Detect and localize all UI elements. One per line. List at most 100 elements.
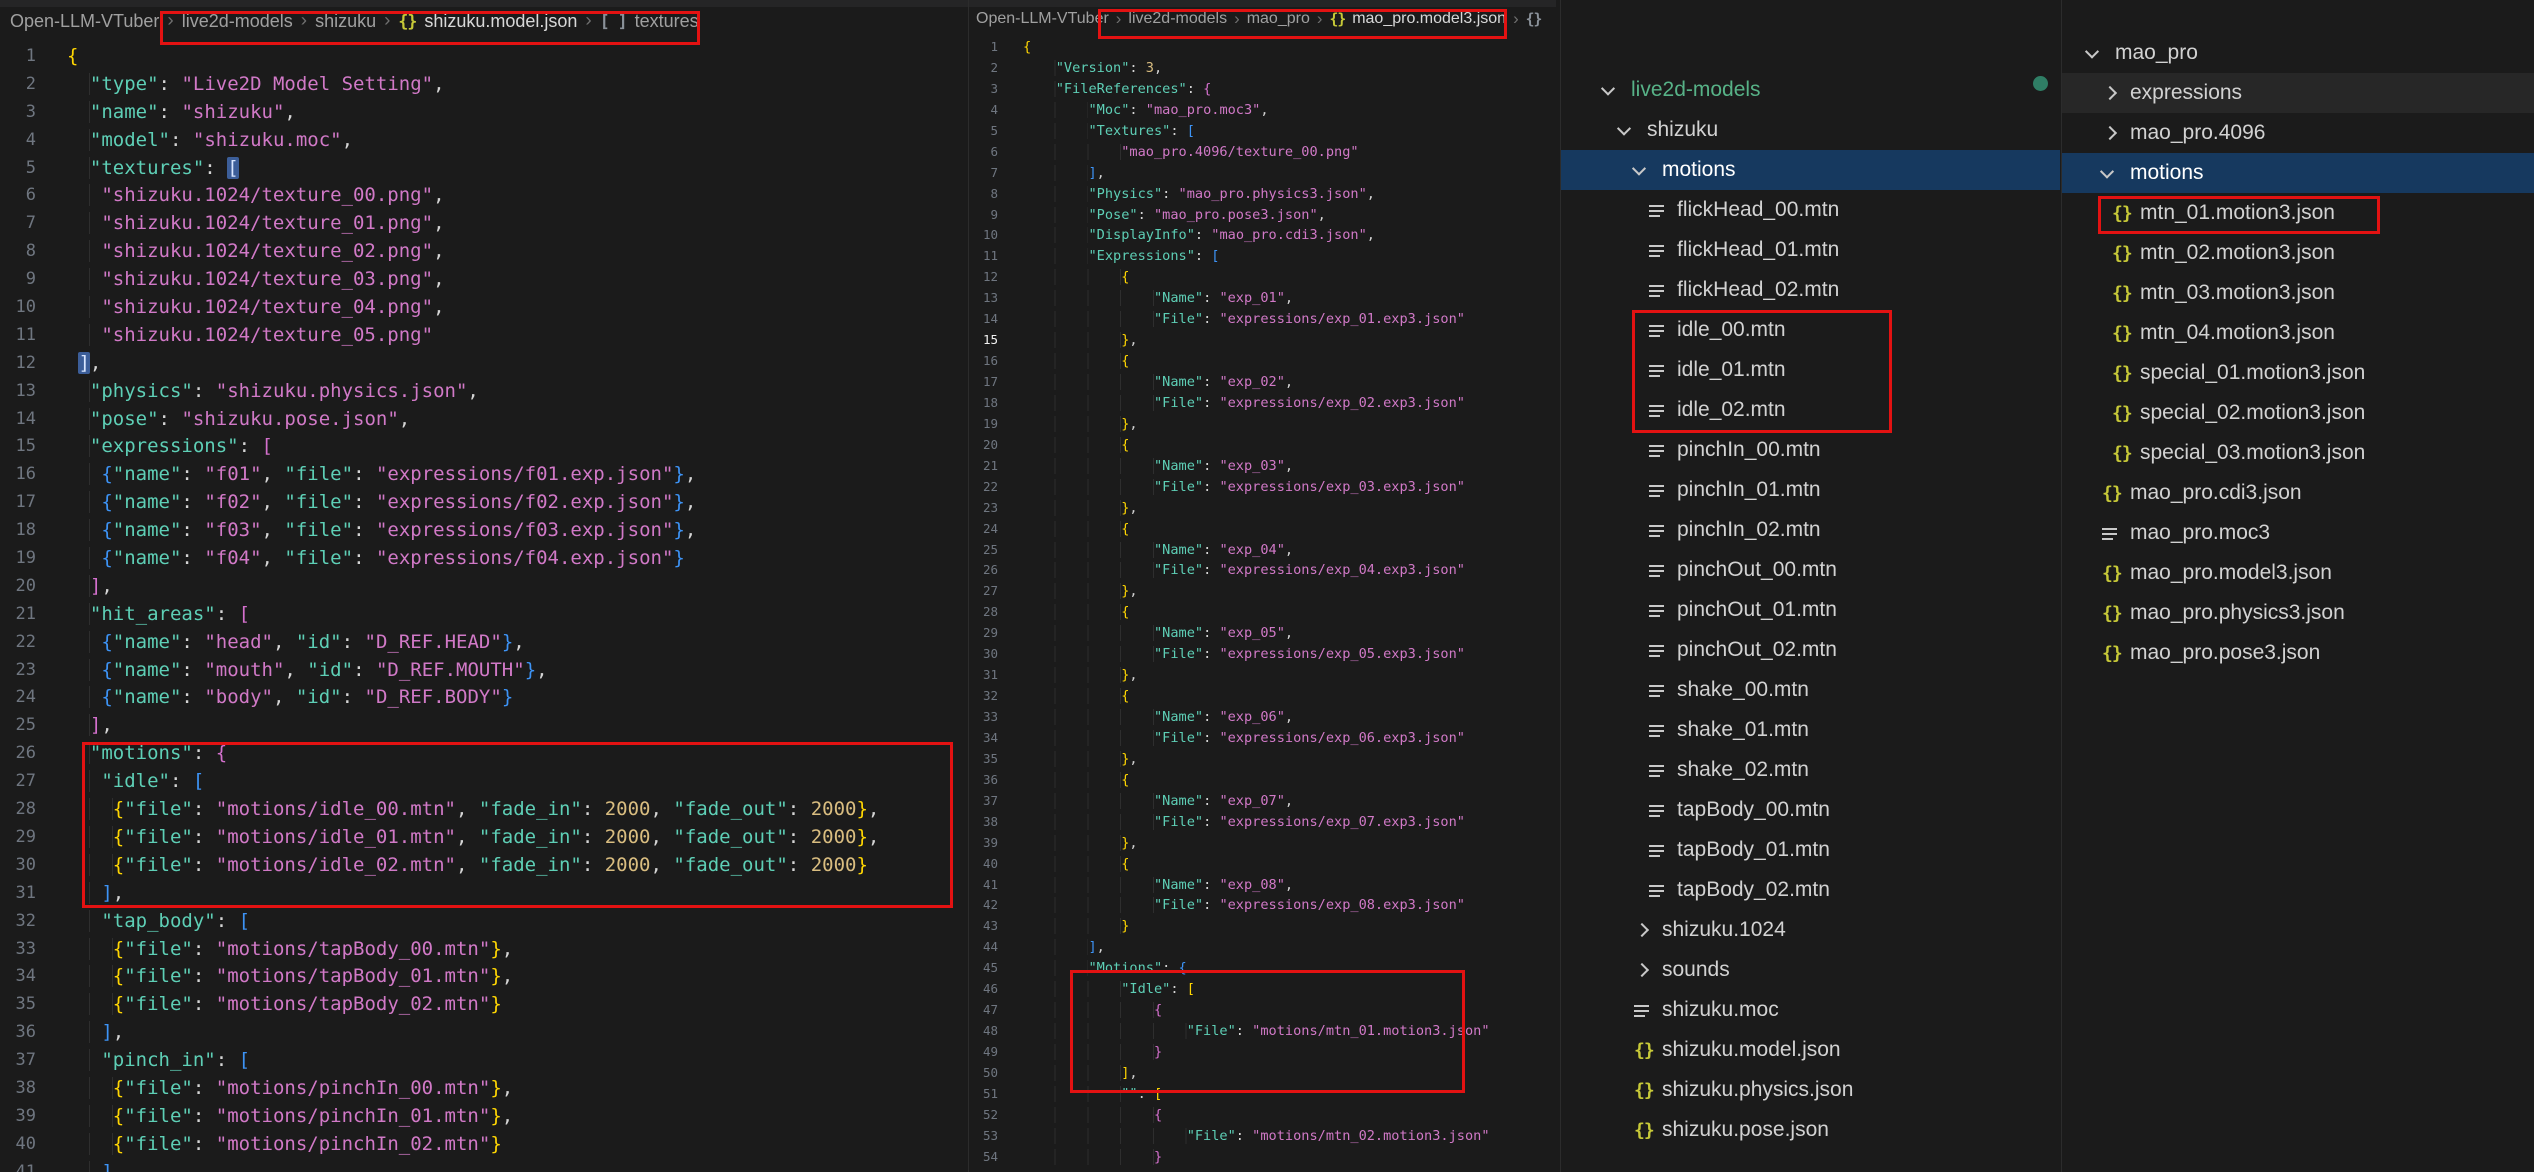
tree-item-shizuku-physics-json[interactable]: {}shizuku.physics.json <box>1561 1070 2060 1110</box>
tree-item-shizuku-moc[interactable]: shizuku.moc <box>1561 990 2060 1030</box>
tree-item-pinchin-01-mtn[interactable]: pinchIn_01.mtn <box>1561 470 2060 510</box>
code-line[interactable]: 25 ], <box>0 712 968 740</box>
tree-item-mao-pro-4096[interactable]: mao_pro.4096 <box>2062 113 2534 153</box>
code-line[interactable]: 52 { <box>969 1105 1556 1126</box>
code-line[interactable]: 40 {"file": "motions/pinchIn_02.mtn"} <box>0 1131 968 1159</box>
code-line[interactable]: 8 "Physics": "mao_pro.physics3.json", <box>969 184 1556 205</box>
tree-item-mtn-03-motion3-json[interactable]: {}mtn_03.motion3.json <box>2062 273 2534 313</box>
code-line[interactable]: 35 {"file": "motions/tapBody_02.mtn"} <box>0 991 968 1019</box>
tree-item-live2d-models[interactable]: live2d-models <box>1561 70 2060 110</box>
tree-item-mtn-02-motion3-json[interactable]: {}mtn_02.motion3.json <box>2062 233 2534 273</box>
tree-item-mao-pro-moc3[interactable]: mao_pro.moc3 <box>2062 513 2534 553</box>
code-line[interactable]: 48 "File": "motions/mtn_01.motion3.json" <box>969 1021 1556 1042</box>
code-line[interactable]: 26 "File": "expressions/exp_04.exp3.json… <box>969 560 1556 581</box>
tree-item-mtn-01-motion3-json[interactable]: {}mtn_01.motion3.json <box>2062 193 2534 233</box>
code-line[interactable]: 24 {"name": "body", "id": "D_REF.BODY"} <box>0 684 968 712</box>
code-line[interactable]: 29 "Name": "exp_05", <box>969 623 1556 644</box>
code-line[interactable]: 44 ], <box>969 937 1556 958</box>
code-line[interactable]: 15 }, <box>969 330 1556 351</box>
code-line[interactable]: 20 { <box>969 435 1556 456</box>
tree-item-shake-01-mtn[interactable]: shake_01.mtn <box>1561 710 2060 750</box>
code-line[interactable]: 9 "shizuku.1024/texture_03.png", <box>0 266 968 294</box>
code-line[interactable]: 16 {"name": "f01", "file": "expressions/… <box>0 461 968 489</box>
code-line[interactable]: 38 {"file": "motions/pinchIn_00.mtn"}, <box>0 1075 968 1103</box>
code-line[interactable]: 6 "mao_pro.4096/texture_00.png" <box>969 142 1556 163</box>
code-line[interactable]: 54 } <box>969 1147 1556 1168</box>
code-line[interactable]: 8 "shizuku.1024/texture_02.png", <box>0 238 968 266</box>
tree-item-shizuku-1024[interactable]: shizuku.1024 <box>1561 910 2060 950</box>
code-line[interactable]: 10 "DisplayInfo": "mao_pro.cdi3.json", <box>969 225 1556 246</box>
tree-item-special-03-motion3-json[interactable]: {}special_03.motion3.json <box>2062 433 2534 473</box>
tree-item-shake-00-mtn[interactable]: shake_00.mtn <box>1561 670 2060 710</box>
code-line[interactable]: 39 }, <box>969 833 1556 854</box>
code-line[interactable]: 12 { <box>969 267 1556 288</box>
tree-item-pinchout-01-mtn[interactable]: pinchOut_01.mtn <box>1561 590 2060 630</box>
code-line[interactable]: 14 "File": "expressions/exp_01.exp3.json… <box>969 309 1556 330</box>
code-line[interactable]: 43 } <box>969 916 1556 937</box>
code-line[interactable]: 19 {"name": "f04", "file": "expressions/… <box>0 545 968 573</box>
breadcrumb-segment[interactable]: Open-LLM-VTuber <box>976 10 1109 28</box>
tree-item-sounds[interactable]: sounds <box>1561 950 2060 990</box>
code-line[interactable]: 22 "File": "expressions/exp_03.exp3.json… <box>969 477 1556 498</box>
tree-item-shizuku-model-json[interactable]: {}shizuku.model.json <box>1561 1030 2060 1070</box>
breadcrumb-segment[interactable]: live2d-models <box>1128 10 1227 28</box>
code-line[interactable]: 28 { <box>969 602 1556 623</box>
code-line[interactable]: 1{ <box>0 43 968 71</box>
tree-item-flickhead-01-mtn[interactable]: flickHead_01.mtn <box>1561 230 2060 270</box>
tree-item-mao-pro-physics3-json[interactable]: {}mao_pro.physics3.json <box>2062 593 2534 633</box>
code-line[interactable]: 21 "Name": "exp_03", <box>969 456 1556 477</box>
code-line[interactable]: 2 "Version": 3, <box>969 58 1556 79</box>
tree-item-shake-02-mtn[interactable]: shake_02.mtn <box>1561 750 2060 790</box>
code-line[interactable]: 23 {"name": "mouth", "id": "D_REF.MOUTH"… <box>0 657 968 685</box>
code-line[interactable]: 32 "tap_body": [ <box>0 908 968 936</box>
tree-item-idle-02-mtn[interactable]: idle_02.mtn <box>1561 390 2060 430</box>
code-line[interactable]: 7 "shizuku.1024/texture_01.png", <box>0 210 968 238</box>
breadcrumb-segment[interactable]: live2d-models <box>182 11 293 32</box>
tree-item-mao-pro-cdi3-json[interactable]: {}mao_pro.cdi3.json <box>2062 473 2534 513</box>
code-line[interactable]: 22 {"name": "head", "id": "D_REF.HEAD"}, <box>0 629 968 657</box>
code-line[interactable]: 2 "type": "Live2D Model Setting", <box>0 71 968 99</box>
code-line[interactable]: 16 { <box>969 351 1556 372</box>
code-line[interactable]: 23 }, <box>969 498 1556 519</box>
code-line[interactable]: 42 "File": "expressions/exp_08.exp3.json… <box>969 895 1556 916</box>
tree-item-special-02-motion3-json[interactable]: {}special_02.motion3.json <box>2062 393 2534 433</box>
code-line[interactable]: 41 ] <box>0 1159 968 1172</box>
code-line[interactable]: 36 { <box>969 770 1556 791</box>
code-line[interactable]: 33 "Name": "exp_06", <box>969 707 1556 728</box>
code-line[interactable]: 27 }, <box>969 581 1556 602</box>
tree-item-idle-00-mtn[interactable]: idle_00.mtn <box>1561 310 2060 350</box>
tree-item-motions[interactable]: motions <box>2062 153 2534 193</box>
code-line[interactable]: 33 {"file": "motions/tapBody_00.mtn"}, <box>0 936 968 964</box>
code-line[interactable]: 19 }, <box>969 414 1556 435</box>
code-line[interactable]: 31 }, <box>969 665 1556 686</box>
code-line[interactable]: 20 ], <box>0 573 968 601</box>
code-line[interactable]: 17 "Name": "exp_02", <box>969 372 1556 393</box>
tree-item-mao-pro-pose3-json[interactable]: {}mao_pro.pose3.json <box>2062 633 2534 673</box>
code-line[interactable]: 34 {"file": "motions/tapBody_01.mtn"}, <box>0 963 968 991</box>
code-line[interactable]: 30 "File": "expressions/exp_05.exp3.json… <box>969 644 1556 665</box>
code-line[interactable]: 27 "idle": [ <box>0 768 968 796</box>
breadcrumb-segment[interactable]: mao_pro <box>1247 10 1310 28</box>
code-line[interactable]: 46 "Idle": [ <box>969 979 1556 1000</box>
code-line[interactable]: 47 { <box>969 1000 1556 1021</box>
code-line[interactable]: 17 {"name": "f02", "file": "expressions/… <box>0 489 968 517</box>
code-line[interactable]: 26 "motions": { <box>0 740 968 768</box>
code-line[interactable]: 9 "Pose": "mao_pro.pose3.json", <box>969 205 1556 226</box>
tree-item-tapbody-02-mtn[interactable]: tapBody_02.mtn <box>1561 870 2060 910</box>
code-area-mao-pro[interactable]: 1{2 "Version": 3,3 "FileReferences": {4 … <box>969 37 1556 1172</box>
breadcrumb-segment[interactable]: Open-LLM-VTuber <box>10 11 159 32</box>
tree-item-tapbody-00-mtn[interactable]: tapBody_00.mtn <box>1561 790 2060 830</box>
code-line[interactable]: 31 ], <box>0 880 968 908</box>
code-line[interactable]: 40 { <box>969 854 1556 875</box>
tree-item-pinchout-02-mtn[interactable]: pinchOut_02.mtn <box>1561 630 2060 670</box>
code-line[interactable]: 37 "pinch_in": [ <box>0 1047 968 1075</box>
code-line[interactable]: 25 "Name": "exp_04", <box>969 540 1556 561</box>
code-area-shizuku[interactable]: 1{2 "type": "Live2D Model Setting",3 "na… <box>0 43 968 1172</box>
tree-item-expressions[interactable]: expressions <box>2062 73 2534 113</box>
code-line[interactable]: 7 ], <box>969 163 1556 184</box>
code-line[interactable]: 5 "Textures": [ <box>969 121 1556 142</box>
code-line[interactable]: 1{ <box>969 37 1556 58</box>
code-line[interactable]: 11 "Expressions": [ <box>969 246 1556 267</box>
tree-item-shizuku-pose-json[interactable]: {}shizuku.pose.json <box>1561 1110 2060 1150</box>
code-line[interactable]: 13 "physics": "shizuku.physics.json", <box>0 378 968 406</box>
